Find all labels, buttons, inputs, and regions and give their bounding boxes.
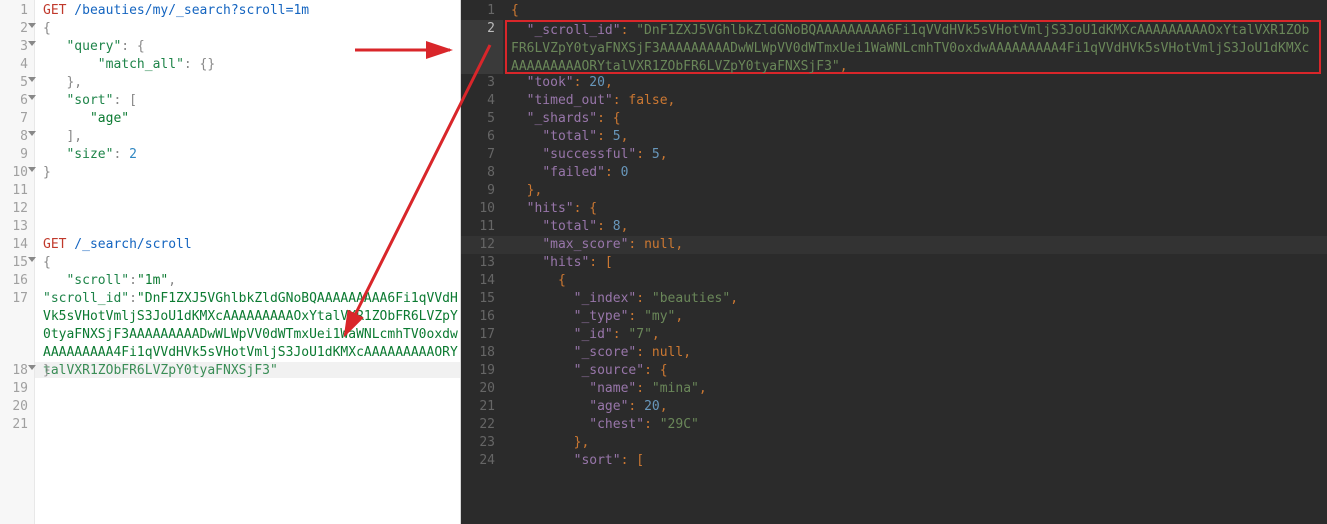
line-number: 17 — [0, 290, 34, 308]
line-number: 7 — [461, 146, 503, 164]
line-number: 19 — [0, 380, 34, 398]
code-line: } — [43, 164, 460, 182]
line-number: 2 — [461, 20, 503, 74]
line-number: 11 — [461, 218, 503, 236]
code-line: "match_all": {} — [43, 56, 460, 74]
code-line: { — [43, 254, 460, 272]
code-line: "chest": "29C" — [503, 416, 1327, 434]
code-line: "age" — [43, 110, 460, 128]
line-number: 19 — [461, 362, 503, 380]
code-line: "name": "mina", — [503, 380, 1327, 398]
line-number: 13 — [0, 218, 34, 236]
response-pane: 1 2 3 4 5 6 7 8 9 10 11 12 13 14 15 16 1… — [461, 0, 1327, 524]
line-number: 20 — [0, 398, 34, 416]
code-line: }, — [503, 182, 1327, 200]
line-number: 2 — [0, 20, 34, 38]
line-number: 16 — [0, 272, 34, 290]
line-number: 3 — [0, 38, 34, 56]
right-gutter: 1 2 3 4 5 6 7 8 9 10 11 12 13 14 15 16 1… — [461, 0, 503, 524]
code-line: "sort": [ — [503, 452, 1327, 470]
line-number: 23 — [461, 434, 503, 452]
line-number: 10 — [461, 200, 503, 218]
code-line: "_source": { — [503, 362, 1327, 380]
line-number: 9 — [0, 146, 34, 164]
line-number: 6 — [0, 92, 34, 110]
line-number: 11 — [0, 182, 34, 200]
request-editor-pane: 1 2 3 4 5 6 7 8 9 10 11 12 13 14 15 16 1… — [0, 0, 461, 524]
code-line: { — [503, 2, 1327, 20]
line-number: 24 — [461, 452, 503, 470]
line-number: 20 — [461, 380, 503, 398]
code-line: "age": 20, — [503, 398, 1327, 416]
code-line: "_id": "7", — [503, 326, 1327, 344]
line-number: 13 — [461, 254, 503, 272]
line-number: 4 — [0, 56, 34, 74]
line-number: 5 — [0, 74, 34, 92]
line-number: 12 — [0, 200, 34, 218]
code-line: "_type": "my", — [503, 308, 1327, 326]
code-line: "scroll":"1m", — [43, 272, 460, 290]
line-number: 6 — [461, 128, 503, 146]
code-line: "sort": [ — [43, 92, 460, 110]
code-line: }, — [43, 74, 460, 92]
line-number: 3 — [461, 74, 503, 92]
code-line: { — [503, 272, 1327, 290]
line-number: 8 — [0, 128, 34, 146]
line-number: 22 — [461, 416, 503, 434]
line-number: 17 — [461, 326, 503, 344]
line-number: 1 — [461, 2, 503, 20]
line-number: 4 — [461, 92, 503, 110]
line-number: 18 — [461, 344, 503, 362]
line-number: 21 — [0, 416, 34, 434]
line-number: 9 — [461, 182, 503, 200]
request-editor[interactable]: GET /beauties/my/_search?scroll=1m { "qu… — [35, 0, 460, 524]
code-line: "total": 5, — [503, 128, 1327, 146]
code-line: GET /_search/scroll — [43, 236, 460, 254]
line-number: 5 — [461, 110, 503, 128]
line-number: 14 — [0, 236, 34, 254]
code-line: ], — [43, 128, 460, 146]
code-line: "took": 20, — [503, 74, 1327, 92]
line-number: 8 — [461, 164, 503, 182]
left-gutter: 1 2 3 4 5 6 7 8 9 10 11 12 13 14 15 16 1… — [0, 0, 35, 524]
code-line: "_score": null, — [503, 344, 1327, 362]
code-line-wrapped: "scroll_id":"DnF1ZXJ5VGhlbkZldGNoBQAAAAA… — [43, 290, 460, 362]
code-line: "max_score": null, — [503, 236, 1327, 254]
line-number: 15 — [0, 254, 34, 272]
line-number: 16 — [461, 308, 503, 326]
response-viewer[interactable]: { "_scroll_id": "DnF1ZXJ5VGhlbkZldGNoBQA… — [503, 0, 1327, 524]
code-line: "hits": [ — [503, 254, 1327, 272]
code-line: "query": { — [43, 38, 460, 56]
line-number: 21 — [461, 398, 503, 416]
line-number: 7 — [0, 110, 34, 128]
code-line: "successful": 5, — [503, 146, 1327, 164]
code-line: "size": 2 — [43, 146, 460, 164]
split-view: 1 2 3 4 5 6 7 8 9 10 11 12 13 14 15 16 1… — [0, 0, 1327, 524]
code-line: }, — [503, 434, 1327, 452]
line-number: 1 — [0, 2, 34, 20]
line-number: 10 — [0, 164, 34, 182]
code-line: "timed_out": false, — [503, 92, 1327, 110]
code-line: "hits": { — [503, 200, 1327, 218]
line-number: 15 — [461, 290, 503, 308]
code-line: GET /beauties/my/_search?scroll=1m — [43, 2, 460, 20]
highlighted-scroll-id: "_scroll_id": "DnF1ZXJ5VGhlbkZldGNoBQAAA… — [505, 20, 1321, 74]
code-line: "failed": 0 — [503, 164, 1327, 182]
line-number: 14 — [461, 272, 503, 290]
code-line: { — [43, 20, 460, 38]
code-line: "total": 8, — [503, 218, 1327, 236]
line-number: 18 — [0, 362, 34, 380]
line-number: 12 — [461, 236, 503, 254]
code-line: "_index": "beauties", — [503, 290, 1327, 308]
code-line: "_shards": { — [503, 110, 1327, 128]
